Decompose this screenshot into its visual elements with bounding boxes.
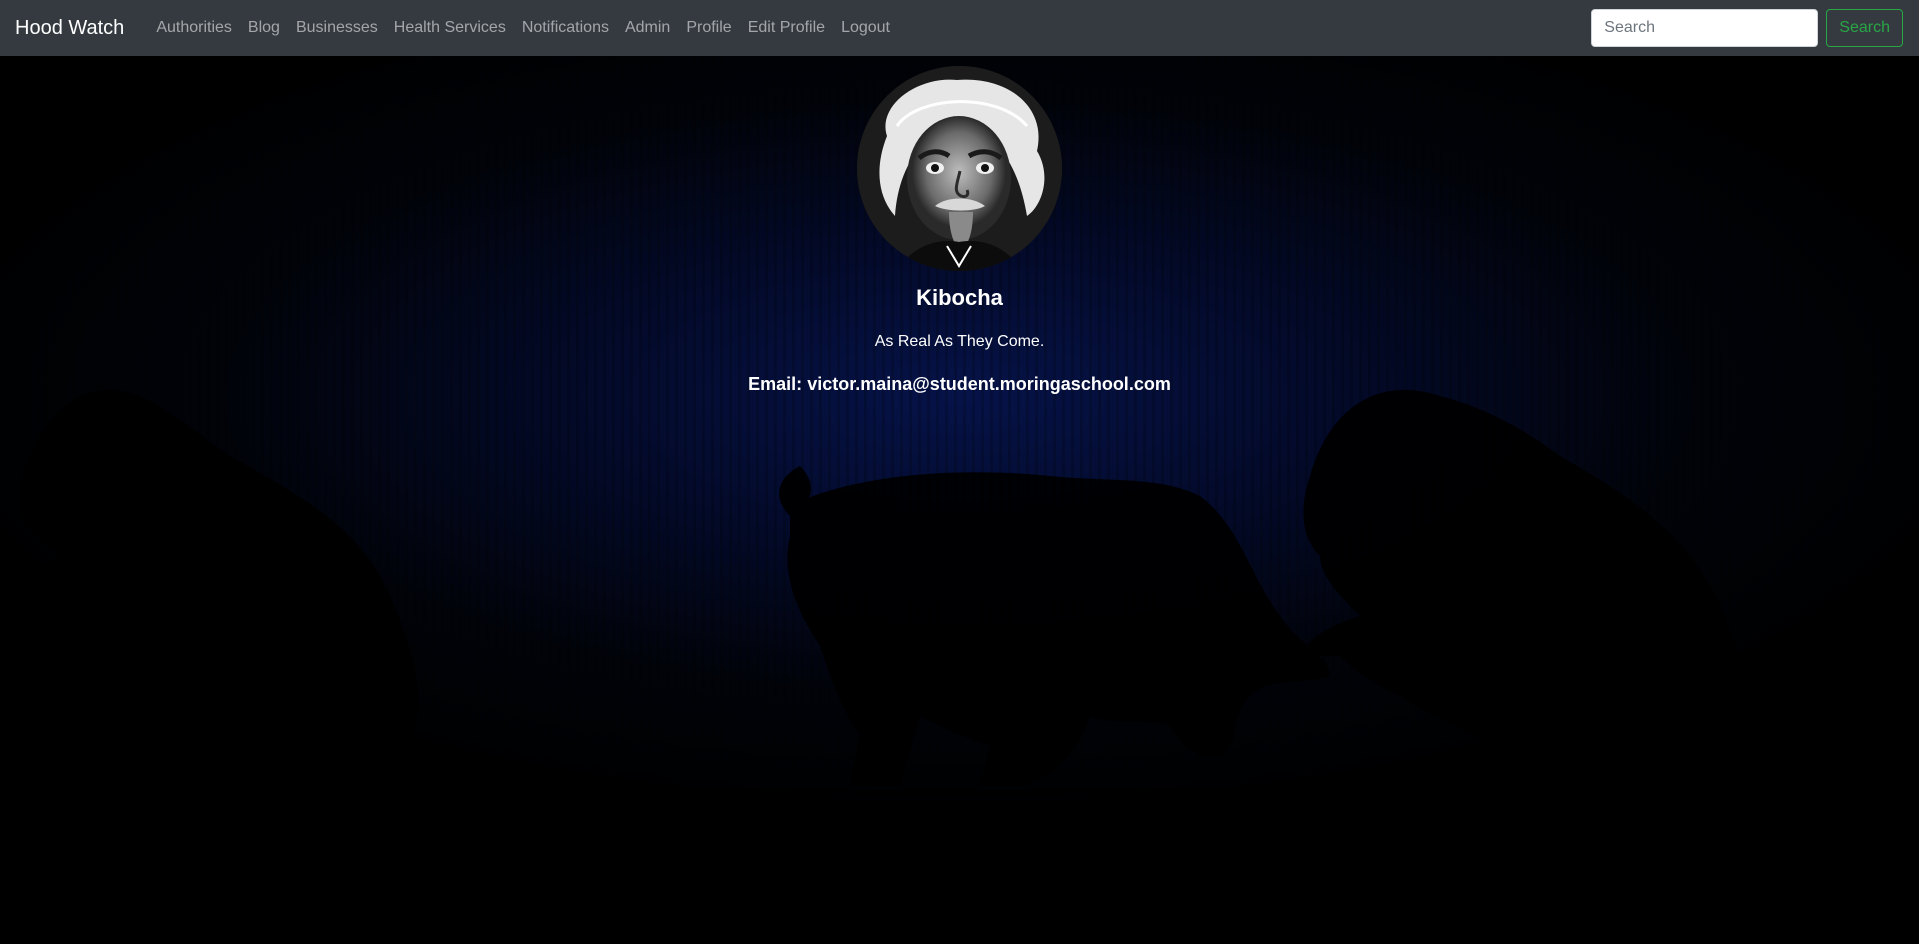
top-navbar: Hood Watch Authorities Blog Businesses H… xyxy=(0,0,1919,56)
search-input[interactable] xyxy=(1591,9,1819,47)
bear-silhouette-icon xyxy=(1300,389,1743,786)
nav-link-businesses[interactable]: Businesses xyxy=(288,19,386,37)
search-form: Search xyxy=(1591,9,1903,47)
nav-link-profile[interactable]: Profile xyxy=(678,19,739,37)
nav-link-health-services[interactable]: Health Services xyxy=(386,19,514,37)
nav-link-notifications[interactable]: Notifications xyxy=(514,19,617,37)
ground-line xyxy=(0,790,1919,796)
bear-silhouette-icon xyxy=(0,390,419,786)
email-value: victor.maina@student.moringaschool.com xyxy=(807,374,1171,394)
brand-link[interactable]: Hood Watch xyxy=(15,17,124,40)
profile-email: Email: victor.maina@student.moringaschoo… xyxy=(0,372,1919,396)
nav-link-logout[interactable]: Logout xyxy=(833,19,898,37)
bull-silhouette-icon xyxy=(779,466,1330,786)
profile-username: Kibocha xyxy=(916,285,1003,310)
nav-link-blog[interactable]: Blog xyxy=(240,19,288,37)
profile-photo xyxy=(857,66,1062,271)
nav-link-admin[interactable]: Admin xyxy=(617,19,678,37)
nav-link-authorities[interactable]: Authorities xyxy=(148,19,240,37)
search-button[interactable]: Search xyxy=(1826,9,1903,47)
nav-link-edit-profile[interactable]: Edit Profile xyxy=(740,19,833,37)
avatar xyxy=(857,66,1062,271)
profile-section: Kibocha As Real As They Come. Email: vic… xyxy=(0,66,1919,396)
nav-links: Authorities Blog Businesses Health Servi… xyxy=(148,19,898,37)
profile-bio: As Real As They Come. xyxy=(874,333,1045,350)
email-label: Email: xyxy=(748,374,803,394)
